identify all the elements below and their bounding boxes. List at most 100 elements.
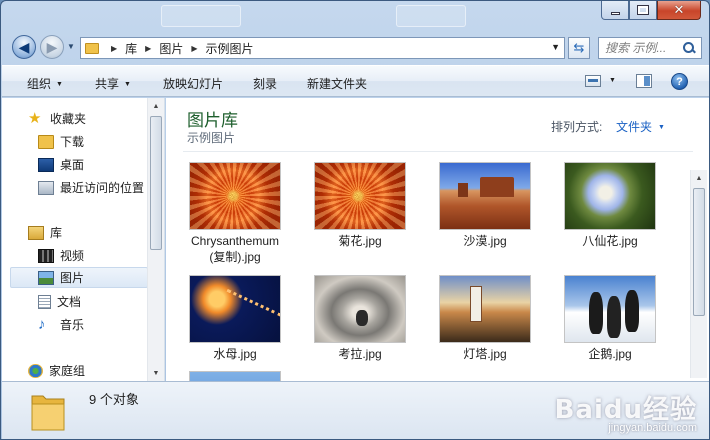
scrollbar-thumb[interactable] (693, 188, 705, 316)
background-window-ghost (396, 5, 466, 27)
image-thumbnail (439, 162, 531, 230)
share-menu[interactable]: 共享 ▼ (95, 75, 131, 92)
sidebar-item-pictures[interactable]: 图片 (10, 267, 148, 288)
image-thumbnail (189, 275, 281, 343)
image-thumbnail (189, 371, 281, 381)
file-tile[interactable]: 八仙花.jpg (551, 162, 669, 249)
sidebar-item-label: 库 (50, 226, 63, 240)
file-tile[interactable]: Chrysanthemum (复制).jpg (176, 162, 294, 265)
arrange-by-value: 文件夹 (616, 120, 653, 134)
search-icon[interactable] (683, 42, 695, 54)
sidebar-item-music[interactable]: ♪ 音乐 (2, 314, 149, 335)
sidebar-item-label: 图片 (60, 271, 85, 285)
image-thumbnail (564, 162, 656, 230)
file-name: 灯塔.jpg (463, 347, 507, 361)
file-name: 考拉.jpg (338, 347, 382, 361)
close-button[interactable]: ✕ (657, 1, 701, 20)
change-view-icon[interactable] (585, 75, 601, 87)
sidebar-item-videos[interactable]: 视频 (2, 245, 149, 266)
download-folder-icon (38, 134, 54, 149)
view-options-dropdown[interactable]: ▼ (609, 77, 616, 84)
sidebar-item-documents[interactable]: 文档 (2, 291, 149, 312)
file-list-pane: 图片库 示例图片 排列方式: 文件夹 ▼ Chrysanthemum (复制).jp… (166, 98, 709, 381)
scroll-up-icon[interactable]: ▲ (148, 98, 164, 114)
file-name-line: (复制).jpg (209, 250, 261, 264)
sidebar-item-desktop[interactable]: 桌面 (2, 154, 149, 175)
maximize-button[interactable] (629, 1, 657, 20)
library-title: 图片库 (187, 111, 238, 130)
details-pane: 9 个对象 Baidu经验 jingyan.baidu.com (2, 381, 709, 439)
file-name: 菊花.jpg (338, 234, 382, 248)
watermark-logo: Baidu经验 (554, 395, 697, 425)
homegroup-icon (28, 363, 43, 378)
file-tile[interactable] (176, 371, 294, 381)
explorer-window: ✕ ◀ ▶ ▼ ▶ 库 ▶ 图片 ▶ 示例图片 ▼ ⇆ 组织▼ 共享▼ 放映幻 (0, 0, 710, 440)
organize-menu[interactable]: 组织 ▼ (27, 75, 63, 92)
file-tile[interactable]: 菊花.jpg (301, 162, 419, 249)
file-name: 水母.jpg (213, 347, 257, 361)
address-bar[interactable]: ▶ 库 ▶ 图片 ▶ 示例图片 ▼ (80, 37, 565, 59)
file-tile[interactable]: 沙漠.jpg (426, 162, 544, 249)
image-thumbnail (439, 275, 531, 343)
address-row: ◀ ▶ ▼ ▶ 库 ▶ 图片 ▶ 示例图片 ▼ ⇆ (1, 32, 709, 62)
recent-places-icon (38, 180, 54, 195)
sidebar-item-homegroup[interactable]: 家庭组 (2, 360, 149, 381)
file-tile[interactable]: 水母.jpg (176, 275, 294, 362)
sidebar-item-label: 桌面 (60, 158, 85, 172)
breadcrumb-libraries[interactable]: 库 (125, 40, 137, 57)
sidebar-item-label: 收藏夹 (50, 112, 87, 126)
new-folder-button[interactable]: 新建文件夹 (307, 75, 367, 92)
back-arrow-icon: ◀ (18, 38, 30, 55)
sidebar-item-favorites[interactable]: ★ 收藏夹 (2, 108, 149, 129)
navigation-scrollbar[interactable]: ▲ ▼ (147, 98, 164, 381)
file-name: 八仙花.jpg (582, 234, 638, 248)
scroll-up-icon[interactable]: ▲ (691, 170, 707, 186)
burn-button[interactable]: 刻录 (253, 75, 277, 92)
title-bar[interactable]: ✕ (1, 1, 709, 29)
file-name: 企鹅.jpg (588, 347, 632, 361)
image-thumbnail (314, 275, 406, 343)
close-icon: ✕ (673, 2, 685, 18)
file-name-line: Chrysanthemum (190, 234, 280, 248)
sidebar-item-label: 下载 (60, 135, 85, 149)
sidebar-item-label: 音乐 (60, 318, 85, 332)
sidebar-item-label: 家庭组 (49, 364, 86, 378)
maximize-icon (637, 5, 649, 15)
recent-pages-dropdown[interactable]: ▼ (67, 42, 75, 51)
sidebar-item-recent-places[interactable]: 最近访问的位置 (2, 177, 149, 198)
item-count: 9 个对象 (89, 392, 139, 407)
breadcrumb-separator-icon[interactable]: ▶ (191, 44, 197, 53)
help-icon[interactable]: ? (671, 73, 688, 90)
folder-icon (31, 395, 65, 431)
scroll-down-icon[interactable]: ▼ (148, 365, 164, 381)
breadcrumb-separator-icon[interactable]: ▶ (145, 44, 151, 53)
file-tile[interactable]: 企鹅.jpg (551, 275, 669, 362)
breadcrumb-pictures[interactable]: 图片 (159, 40, 183, 57)
file-tile[interactable]: 考拉.jpg (301, 275, 419, 362)
image-thumbnail (314, 162, 406, 230)
navigation-pane: ★ 收藏夹 下载 桌面 最近访问的位置 库 视频 图片 文档 ♪ 音乐 家庭组 … (2, 98, 165, 381)
minimize-button[interactable] (601, 1, 629, 20)
refresh-icon: ⇆ (573, 40, 585, 55)
pictures-library-icon (38, 270, 54, 285)
refresh-button[interactable]: ⇆ (568, 37, 590, 59)
breadcrumb-sample-pictures[interactable]: 示例图片 (206, 40, 254, 57)
video-library-icon (38, 248, 54, 263)
sidebar-item-downloads[interactable]: 下载 (2, 131, 149, 152)
back-button[interactable]: ◀ (12, 35, 36, 59)
arrange-by-dropdown[interactable]: 文件夹 ▼ (616, 118, 665, 135)
breadcrumb-separator-icon[interactable]: ▶ (111, 44, 117, 53)
file-name: Chrysanthemum (复制).jpg (176, 233, 294, 265)
sidebar-item-libraries[interactable]: 库 (2, 222, 149, 243)
slideshow-button[interactable]: 放映幻灯片 (163, 75, 223, 92)
image-thumbnail (564, 275, 656, 343)
forward-button[interactable]: ▶ (40, 35, 64, 59)
scrollbar-thumb[interactable] (150, 116, 162, 250)
chevron-down-icon: ▼ (658, 124, 665, 131)
preview-pane-icon[interactable] (636, 74, 652, 88)
sidebar-item-label: 视频 (60, 249, 85, 263)
chevron-down-icon[interactable]: ▼ (551, 42, 560, 52)
file-tile[interactable]: 灯塔.jpg (426, 275, 544, 362)
search-input[interactable] (599, 41, 679, 55)
content-scrollbar[interactable]: ▲ (690, 170, 707, 378)
